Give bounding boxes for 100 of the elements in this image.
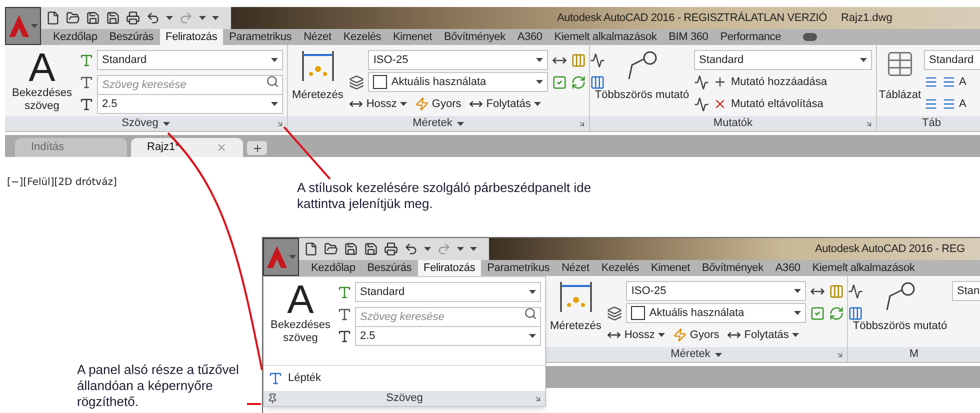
new-file-icon[interactable] xyxy=(304,242,318,256)
dimension-tool-button[interactable]: Hossz xyxy=(607,326,665,344)
ribbon-tab[interactable]: A360 xyxy=(511,29,548,45)
ribbon-tab[interactable]: Beszúrás xyxy=(103,29,160,45)
table-button[interactable]: Táblázat xyxy=(879,49,921,116)
table-action-button[interactable]: A xyxy=(942,96,966,112)
leader-style-dropdown[interactable]: Standard xyxy=(694,50,872,70)
refresh-icon[interactable] xyxy=(571,74,586,90)
ribbon-tab[interactable]: Parametrikus xyxy=(223,29,298,45)
text-height-dropdown[interactable]: 2.5 xyxy=(97,94,283,114)
ribbon-tab[interactable]: Kiemelt alkalmazások xyxy=(548,29,663,45)
viewport-label: [−][Felül][2D drótváz] xyxy=(7,177,117,188)
save-icon[interactable] xyxy=(86,11,100,25)
print-icon[interactable] xyxy=(126,11,140,25)
save-icon[interactable] xyxy=(344,242,358,256)
pin-icon[interactable] xyxy=(267,393,278,404)
save-as-icon[interactable] xyxy=(364,242,378,256)
panel-title-bar[interactable]: Mutatók xyxy=(590,116,876,131)
dimension-tool-button[interactable]: Folytatás xyxy=(469,96,541,112)
panel-title-bar[interactable]: Táb xyxy=(877,116,980,131)
ribbon-tab[interactable]: Feliratozás xyxy=(418,260,482,276)
undo-icon[interactable] xyxy=(146,11,160,25)
checkmark-icon[interactable] xyxy=(810,306,826,320)
save-as-icon[interactable] xyxy=(106,11,120,25)
menu-caret-icon xyxy=(289,255,296,259)
ribbon-tab[interactable]: Bővítmények xyxy=(438,29,512,45)
print-icon[interactable] xyxy=(384,242,398,256)
ribbon-tab[interactable]: Parametrikus xyxy=(481,260,556,276)
leader-action-button[interactable]: Mutató eltávolítása xyxy=(713,96,824,112)
search-icon[interactable] xyxy=(524,307,537,320)
ribbon-tab[interactable]: Kezdőlap xyxy=(305,260,362,276)
callout-line xyxy=(246,402,262,406)
panel-title-bar[interactable]: Méretek xyxy=(546,347,847,362)
panel-title-bar[interactable]: Szöveg xyxy=(5,116,287,131)
zigzag-icon[interactable] xyxy=(848,284,864,298)
open-folder-icon[interactable] xyxy=(66,11,80,25)
dimension-layer-dropdown[interactable]: Aktuális használata xyxy=(368,72,548,92)
caret-icon xyxy=(534,102,541,106)
dimension-layer-dropdown[interactable]: Aktuális használata xyxy=(626,303,806,323)
panel-title-bar[interactable]: Méretek xyxy=(288,116,589,131)
dimension-style-dropdown[interactable]: ISO-25 xyxy=(626,281,806,301)
text-style-dropdown[interactable]: Standard xyxy=(97,50,283,70)
ribbon-tab[interactable]: Beszúrás xyxy=(361,260,418,276)
refresh-icon[interactable] xyxy=(829,306,844,320)
dimension-button[interactable]: Méretezés xyxy=(292,49,344,116)
ribbon-tab[interactable]: Kimenet xyxy=(645,260,696,276)
dimension-button[interactable]: Méretezés xyxy=(550,280,602,347)
ribbon-tab[interactable]: Nézet xyxy=(556,260,596,276)
layers-icon[interactable] xyxy=(349,74,364,90)
ribbon-tab[interactable]: A360 xyxy=(769,260,806,276)
paragraph-text-button[interactable]: A Bekezdéses szöveg xyxy=(9,49,75,116)
dimension-style-dropdown[interactable]: ISO-25 xyxy=(368,50,548,70)
ribbon-tab[interactable]: Kezelés xyxy=(595,260,646,276)
dimension-tool-button[interactable]: Folytatás xyxy=(727,326,799,344)
dimension-tool-button[interactable]: Gyors xyxy=(414,96,462,112)
text-height-dropdown[interactable]: 2.5 xyxy=(355,326,541,346)
leader-action-button[interactable]: Mutató hozzáadása xyxy=(713,74,828,90)
multileader-button[interactable]: Többszörös mutató xyxy=(594,49,690,116)
caret-icon xyxy=(658,333,665,337)
dimension-tool-button[interactable]: Gyors xyxy=(672,326,720,344)
new-file-icon[interactable] xyxy=(46,11,60,25)
dimension-tool-button[interactable]: Hossz xyxy=(349,96,407,112)
application-menu-button[interactable] xyxy=(5,7,41,45)
layers-icon[interactable] xyxy=(607,306,622,320)
table-style-dropdown[interactable]: Standard xyxy=(924,50,980,70)
ribbon-tab[interactable]: Kezelés xyxy=(337,29,388,45)
caret-icon xyxy=(166,16,173,20)
file-tab[interactable]: Rajz1* xyxy=(131,138,243,157)
undo-icon[interactable] xyxy=(404,242,418,256)
leader-style-dropdown[interactable]: Stan xyxy=(952,281,980,301)
dialog-launcher-icon[interactable] xyxy=(534,395,542,403)
multileader-button[interactable]: Többszörös mutató xyxy=(852,280,948,347)
text-style-dropdown[interactable]: Standard xyxy=(355,282,541,302)
panel-title-bar[interactable]: Szöveg xyxy=(264,391,545,406)
zigzag-icon[interactable] xyxy=(590,52,606,68)
ribbon-tab[interactable]: Kimenet xyxy=(387,29,438,45)
table-action-button[interactable]: A xyxy=(942,74,966,90)
text-search-field[interactable]: Szöveg keresése xyxy=(355,307,541,327)
dialog-launcher-icon[interactable] xyxy=(276,120,284,128)
ribbon-tab[interactable]: Bővítmények xyxy=(696,260,770,276)
ribbon-tab[interactable]: BIM 360 xyxy=(662,29,714,45)
ribbon-tab[interactable]: Nézet xyxy=(298,29,338,45)
columns-icon[interactable] xyxy=(848,306,864,320)
dialog-launcher-icon[interactable] xyxy=(865,120,873,128)
columns-icon[interactable] xyxy=(590,74,606,90)
text-search-field[interactable]: Szöveg keresése xyxy=(97,75,283,95)
ribbon-tab[interactable]: Feliratozás xyxy=(160,29,224,45)
application-menu-button[interactable] xyxy=(263,238,299,276)
search-icon[interactable] xyxy=(266,75,279,88)
dialog-launcher-icon[interactable] xyxy=(578,120,586,128)
open-folder-icon[interactable] xyxy=(324,242,338,256)
ribbon-tab[interactable]: Kezdőlap xyxy=(47,29,104,45)
logo-icon xyxy=(8,14,30,38)
checkmark-icon[interactable] xyxy=(552,74,568,90)
ribbon-tab[interactable]: Kiemelt alkalmazások xyxy=(806,260,921,276)
dialog-launcher-icon[interactable] xyxy=(836,351,844,359)
paragraph-text-button[interactable]: A Bekezdéses szöveg xyxy=(268,281,333,349)
ribbon-tab[interactable]: Performance xyxy=(714,29,788,45)
new-tab-button[interactable] xyxy=(247,141,267,155)
panel-title-bar[interactable]: M xyxy=(848,347,980,362)
